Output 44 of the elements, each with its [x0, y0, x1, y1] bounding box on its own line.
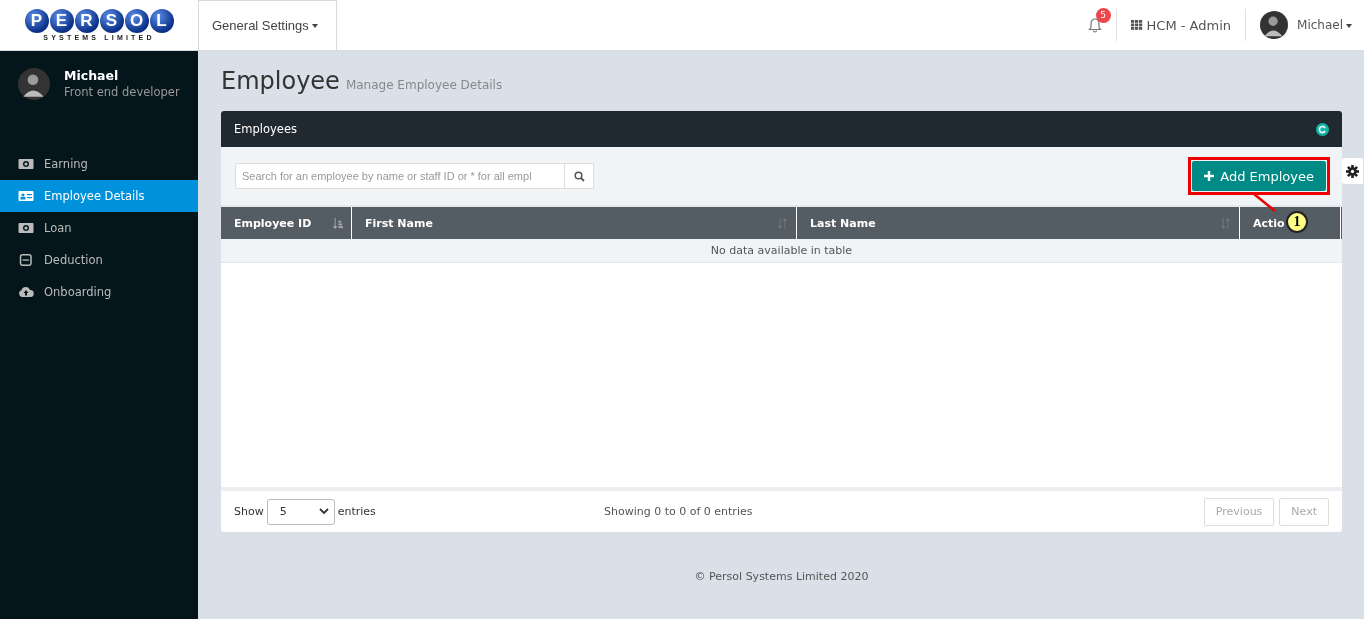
settings-icon[interactable] [1346, 164, 1359, 178]
sidebar-item[interactable]: Earning [0, 148, 198, 180]
avatar [1260, 11, 1289, 39]
search-field[interactable]: Search for an employee by name or staff ID or * for all empl [235, 163, 565, 189]
sidebar-item[interactable]: Deduction [0, 244, 198, 276]
profile-role: Front end developer [64, 85, 180, 99]
entries-label: entries [337, 505, 376, 518]
id-card-icon [18, 190, 34, 202]
search-button[interactable] [565, 163, 594, 189]
page-title: Employee [221, 67, 340, 95]
add-employee-button[interactable]: Add Employee [1192, 161, 1326, 191]
search-icon[interactable] [573, 170, 585, 182]
avatar [18, 68, 50, 100]
general-settings-menu[interactable]: General Settings [198, 0, 337, 50]
logo-letter: S [99, 9, 124, 33]
logo-letter: L [149, 9, 174, 33]
empty-table-message: No data available in table [221, 239, 1342, 263]
cloud-upload-icon [18, 286, 34, 298]
sort-amount-icon[interactable] [332, 217, 343, 229]
sidebar-item[interactable]: Onboarding [0, 276, 198, 308]
banknote-icon [18, 222, 34, 234]
chevron-down-icon[interactable] [318, 508, 329, 515]
grid-icon[interactable] [1130, 20, 1143, 30]
logo-letter: E [49, 9, 74, 33]
page-subtitle: Manage Employee Details [345, 78, 503, 92]
user-menu[interactable]: Michael [1297, 18, 1352, 32]
show-label: Show [234, 505, 264, 518]
copyright: © Persol Systems Limited 2020 [693, 569, 870, 583]
refresh-icon[interactable] [1316, 122, 1329, 136]
app-name[interactable]: HCM - Admin [1146, 17, 1232, 33]
settings-button[interactable] [1342, 158, 1363, 184]
entries-select[interactable]: 5 [266, 498, 335, 525]
banknote-icon [18, 158, 34, 170]
logo-letter: O [124, 9, 149, 33]
notification-badge: 5 [1095, 7, 1111, 23]
logo-letter: R [74, 9, 99, 33]
logo-letter: P [24, 9, 49, 33]
table-info: Showing 0 to 0 of 0 entries [604, 505, 754, 518]
profile-name: Michael [64, 68, 120, 83]
panel-title: Employees [234, 122, 297, 136]
bell-icon[interactable] [1087, 17, 1102, 33]
sidebar-item[interactable]: Loan [0, 212, 198, 244]
plus-icon[interactable] [1204, 171, 1215, 181]
callout-badge: 1 [1286, 211, 1308, 233]
